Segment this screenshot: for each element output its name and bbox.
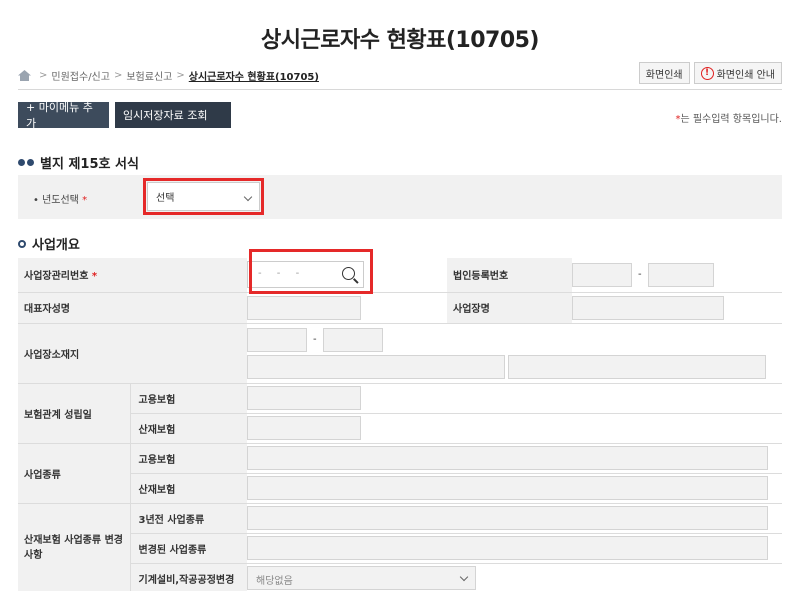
rep-name-label: 대표자성명: [18, 292, 247, 324]
table-row: 보험관계 성립일 고용보험: [18, 383, 782, 444]
equipment-change-cell: 해당없음: [247, 563, 782, 591]
changed-type-label: 변경된 사업종류: [129, 533, 247, 564]
table-row: 대표자성명 사업장명: [18, 292, 782, 324]
dash-separator: -: [313, 334, 317, 345]
established-label: 보험관계 성립일: [18, 383, 130, 444]
zip-field-1[interactable]: [247, 327, 307, 352]
add-my-menu-button[interactable]: + 마이메뉴 추가: [18, 101, 109, 130]
table-row: 기계설비,작공공정변경 해당없음: [18, 563, 782, 591]
year-row: • 년도선택 * 선택: [18, 175, 782, 219]
breadcrumb-separator: >: [176, 70, 185, 81]
table-row: 변경된 사업종류: [18, 533, 782, 564]
year-label-text: 년도선택: [42, 195, 79, 206]
equipment-change-label: 기계설비,작공공정변경: [129, 563, 247, 591]
breadcrumb-item-current[interactable]: 상시근로자수 현황표(10705): [189, 68, 319, 83]
biz-name-cell: [572, 292, 782, 324]
biz-address-label: 사업장소재지: [18, 323, 247, 384]
home-icon[interactable]: [18, 70, 31, 81]
equipment-change-select[interactable]: 해당없음: [247, 566, 476, 590]
corp-reg-no-cell: -: [572, 258, 782, 293]
page-title: 상시근로자수 현황표(10705): [261, 28, 539, 53]
changed-type-cell: [247, 533, 782, 564]
address-field-2[interactable]: [508, 354, 767, 379]
highlight-box-biz-no: [249, 249, 373, 294]
three-years-ago-cell: [247, 503, 782, 534]
established-employment-field[interactable]: [247, 386, 361, 410]
print-buttons: 화면인쇄 ! 화면인쇄 안내: [638, 62, 782, 84]
established-industrial-label: 산재보험: [129, 413, 247, 444]
table-row: 산재보험: [18, 473, 782, 504]
required-note: *는 필수입력 항목입니다.: [675, 110, 782, 125]
biz-type-industrial-label: 산재보험: [129, 473, 247, 504]
print-guide-button[interactable]: ! 화면인쇄 안내: [693, 62, 782, 84]
chevron-down-icon: [459, 572, 469, 582]
table-row: 사업종류 고용보험: [18, 443, 782, 504]
required-note-text: 는 필수입력 항목입니다.: [680, 114, 782, 125]
year-label: • 년도선택 *: [33, 195, 88, 206]
biz-address-cell: -: [247, 323, 782, 384]
section2-title: 사업개요: [18, 234, 80, 253]
change-label: 산재보험 사업종류 변경사항: [18, 503, 130, 591]
breadcrumb-item-civil[interactable]: 민원접수/신고: [51, 68, 110, 83]
business-overview-table: 사업장관리번호 * - - - 법인등록번호 - 대표자성명 사업장명 사업장소…: [18, 258, 782, 591]
print-guide-label: 화면인쇄 안내: [716, 69, 775, 81]
bullet-ring-icon: [18, 239, 26, 248]
table-row: 산재보험 사업종류 변경사항 3년전 사업종류: [18, 503, 782, 591]
breadcrumb-item-insurance[interactable]: 보험료신고: [126, 68, 172, 83]
required-star: *: [91, 271, 98, 283]
top-bar: > 민원접수/신고 > 보험료신고 > 상시근로자수 현황표(10705) 화면…: [18, 62, 782, 90]
three-years-ago-label: 3년전 사업종류: [129, 503, 247, 534]
section2-title-text: 사업개요: [32, 238, 80, 253]
table-row: 산재보험: [18, 413, 782, 444]
biz-type-label: 사업종류: [18, 443, 130, 504]
table-row: 사업장관리번호 * - - - 법인등록번호 -: [18, 258, 782, 293]
breadcrumb: > 민원접수/신고 > 보험료신고 > 상시근로자수 현황표(10705): [18, 68, 319, 83]
biz-type-industrial-field[interactable]: [247, 476, 768, 500]
corp-reg-no-label: 법인등록번호: [447, 258, 572, 293]
established-employment-cell: [247, 383, 782, 414]
breadcrumb-separator: >: [39, 70, 48, 81]
biz-type-employment-field[interactable]: [247, 446, 768, 470]
biz-mgmt-no-label: 사업장관리번호 *: [18, 258, 247, 293]
biz-name-field[interactable]: [572, 295, 724, 320]
table-row: 사업장소재지 -: [18, 323, 782, 384]
equipment-change-value: 해당없음: [256, 576, 293, 587]
zip-field-2[interactable]: [322, 327, 383, 352]
action-bar: + 마이메뉴 추가 임시저장자료 조회 *는 필수입력 항목입니다.: [18, 101, 782, 130]
three-years-ago-field[interactable]: [247, 506, 768, 530]
address-field-1[interactable]: [247, 354, 505, 379]
bullet-dots-icon: [18, 159, 34, 166]
established-industrial-field[interactable]: [247, 416, 361, 440]
section1-title-text: 별지 제15호 서식: [40, 157, 139, 172]
changed-type-field[interactable]: [247, 536, 768, 560]
corp-reg-no-field-2[interactable]: [647, 262, 714, 287]
print-button[interactable]: 화면인쇄: [638, 62, 690, 84]
established-industrial-cell: [247, 413, 782, 444]
established-employment-label: 고용보험: [129, 383, 247, 414]
biz-type-employment-cell: [247, 443, 782, 474]
corp-reg-no-field-1[interactable]: [572, 262, 632, 287]
print-label: 화면인쇄: [645, 69, 683, 81]
biz-type-industrial-cell: [247, 473, 782, 504]
biz-mgmt-no-label-text: 사업장관리번호: [24, 271, 89, 283]
breadcrumb-separator: >: [113, 70, 123, 81]
biz-name-label: 사업장명: [447, 292, 572, 324]
alert-icon: !: [700, 66, 714, 80]
dash-separator: -: [638, 269, 642, 281]
rep-name-field[interactable]: [247, 295, 361, 320]
rep-name-cell: [247, 292, 447, 324]
biz-type-employment-label: 고용보험: [129, 443, 247, 474]
highlight-box-year: [143, 178, 264, 215]
section1-title: 별지 제15호 서식: [18, 153, 139, 172]
temp-data-button[interactable]: 임시저장자료 조회: [115, 102, 231, 128]
required-star: *: [82, 195, 88, 206]
